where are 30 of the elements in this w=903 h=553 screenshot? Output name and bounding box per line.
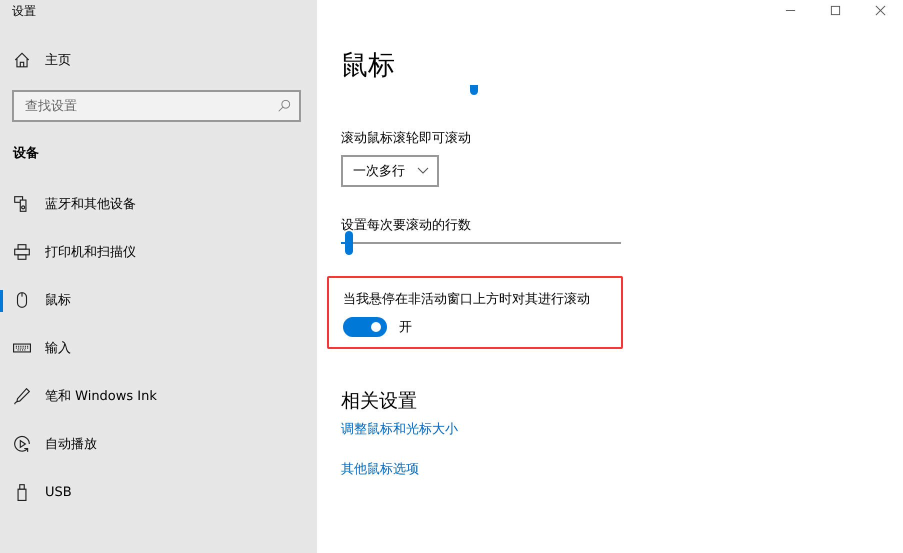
sidebar-item[interactable]: 蓝牙和其他设备 xyxy=(0,180,317,228)
sidebar-item[interactable]: 自动播放 xyxy=(0,420,317,468)
pen-icon xyxy=(13,387,31,405)
setting-label: 当我悬停在非活动窗口上方时对其进行滚动 xyxy=(343,291,591,308)
toggle-state: 开 xyxy=(399,319,412,336)
play-circle-icon xyxy=(13,435,31,453)
home-link[interactable]: 主页 xyxy=(0,40,317,80)
search-field[interactable]: 查找设置 xyxy=(12,90,301,122)
home-icon xyxy=(13,51,31,69)
window-title: 设置 xyxy=(11,3,36,20)
section-heading: 相关设置 xyxy=(341,389,417,414)
scroll-dropdown[interactable]: 一次多行 xyxy=(341,155,439,187)
chevron-down-icon xyxy=(417,167,429,175)
setting-label: 滚动鼠标滚轮即可滚动 xyxy=(341,130,471,147)
search-icon xyxy=(277,99,291,113)
slider-thumb[interactable] xyxy=(345,231,354,255)
lines-slider[interactable] xyxy=(341,231,621,255)
sidebar-item[interactable]: 笔和 Windows Ink xyxy=(0,372,317,420)
settings-link[interactable]: 调整鼠标和光标大小 xyxy=(341,420,458,438)
settings-link[interactable]: 其他鼠标选项 xyxy=(341,460,419,478)
slider-thumb[interactable] xyxy=(470,85,478,95)
setting-label: 设置每次要滚动的行数 xyxy=(341,217,471,234)
sidebar-item[interactable]: 输入 xyxy=(0,324,317,372)
page-title: 鼠标 xyxy=(341,49,395,83)
section-heading: 设备 xyxy=(12,145,39,163)
sidebar-item[interactable]: 打印机和扫描仪 xyxy=(0,228,317,276)
sidebar-item[interactable]: USB xyxy=(0,468,317,516)
sidebar-item[interactable]: 鼠标 xyxy=(0,276,317,324)
printer-icon xyxy=(13,243,31,261)
toggle-switch[interactable] xyxy=(343,317,387,337)
